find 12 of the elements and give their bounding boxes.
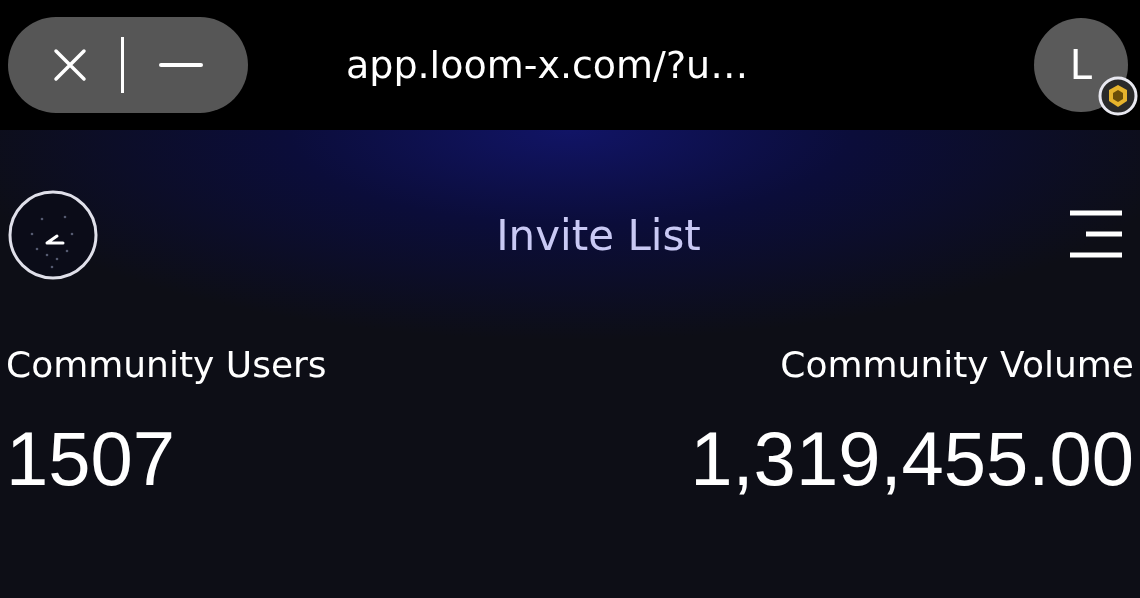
avatar[interactable]: L (1034, 18, 1128, 112)
url-text[interactable]: app.loom-x.com/?u… (346, 43, 1034, 87)
minimize-icon[interactable] (158, 62, 203, 68)
menu-icon[interactable] (1068, 210, 1124, 260)
back-button[interactable] (7, 189, 99, 281)
page-title: Invite List (496, 210, 701, 260)
close-icon[interactable] (53, 48, 88, 82)
cube-icon (1098, 76, 1138, 116)
stat-value: 1507 (6, 415, 177, 502)
stat-value: 1,319,455.00 (690, 415, 1134, 502)
stat-label: Community Users (6, 344, 327, 385)
stat-label: Community Volume (780, 344, 1134, 385)
